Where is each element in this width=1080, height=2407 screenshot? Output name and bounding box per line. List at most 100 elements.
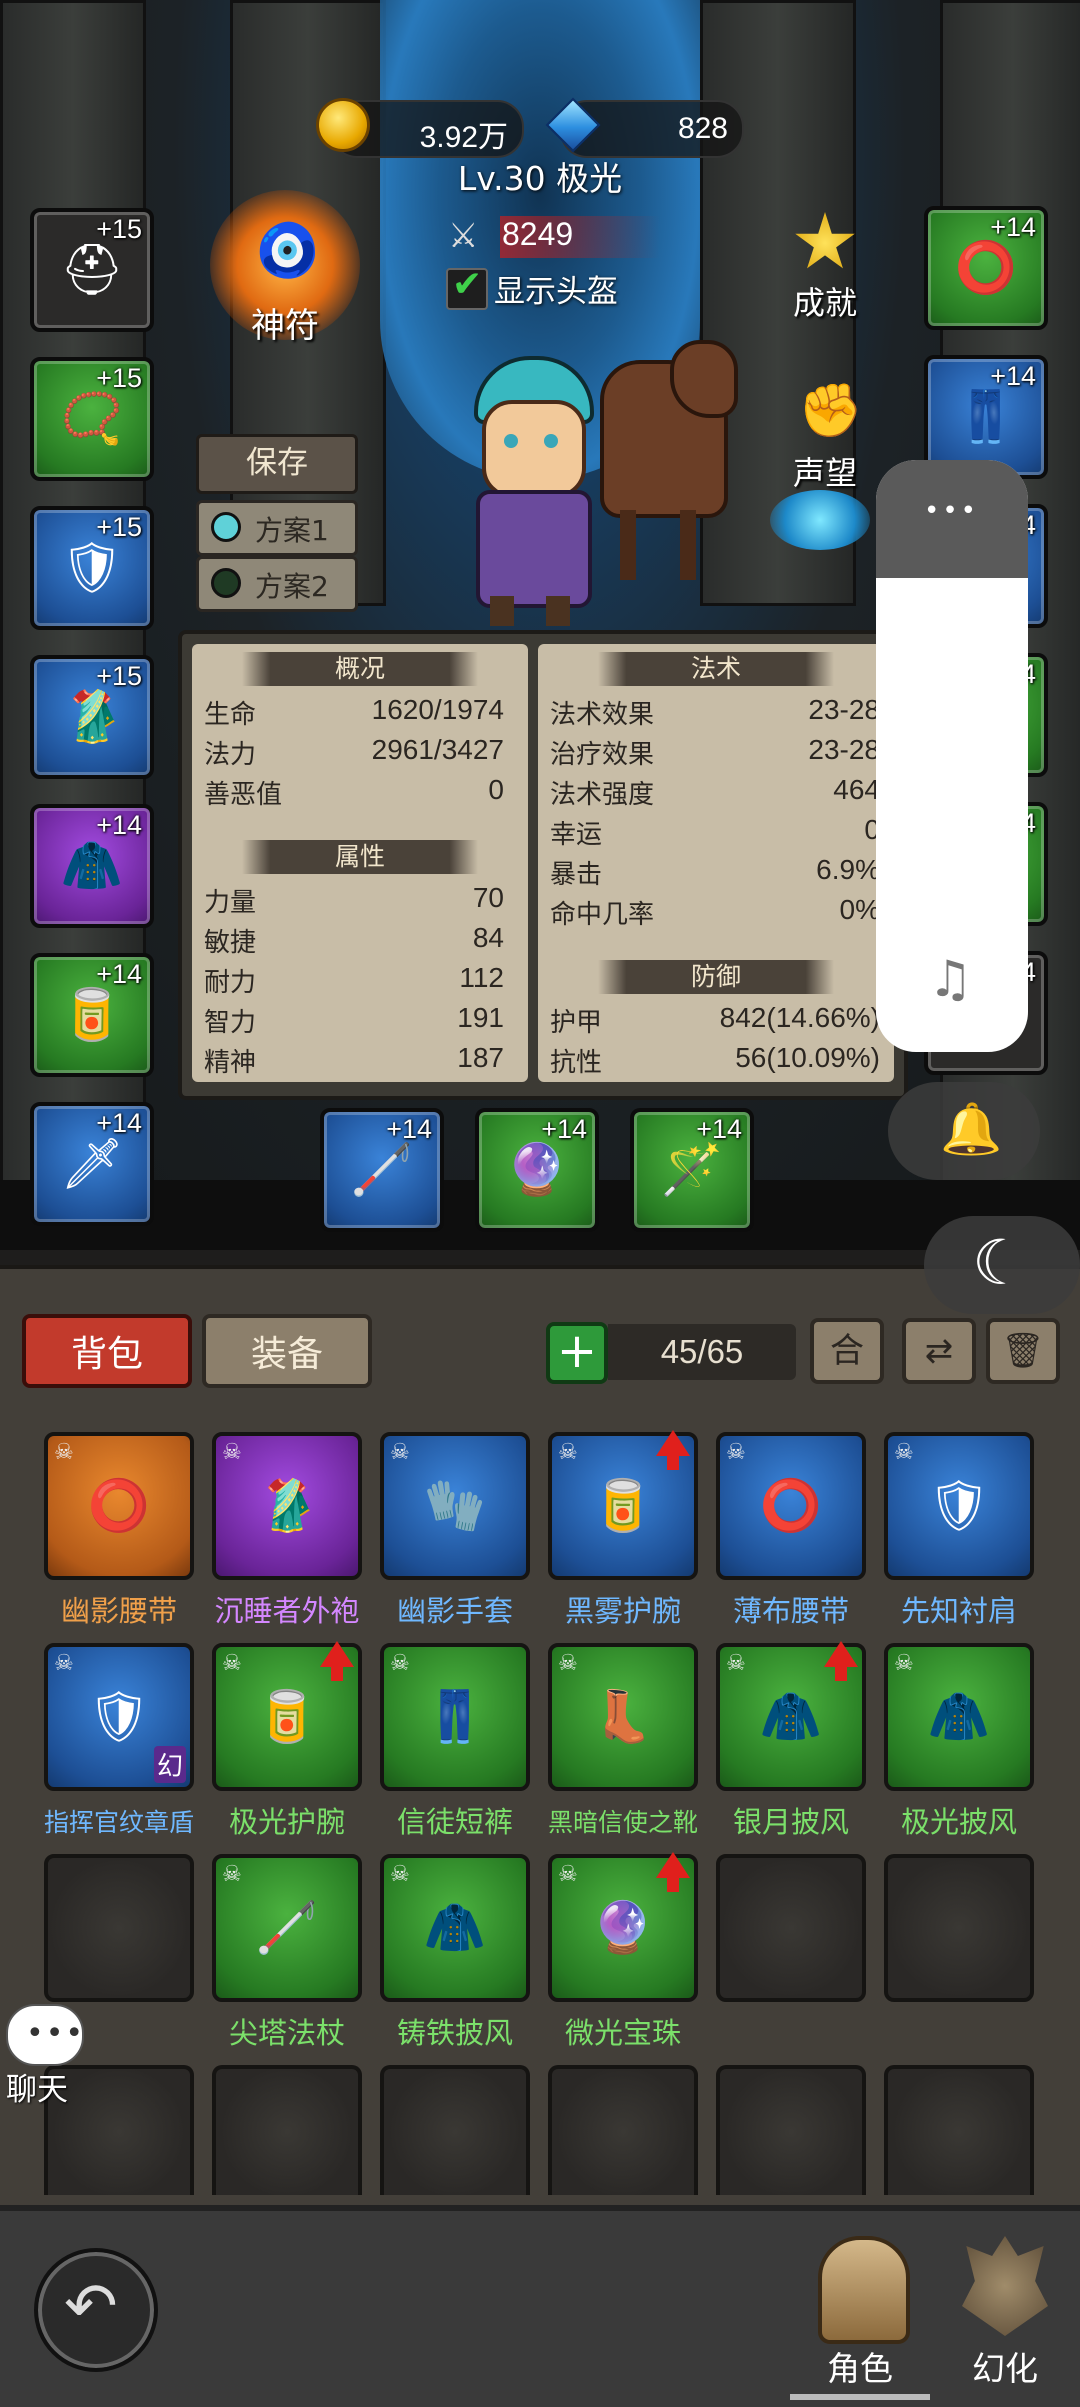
illusion-badge: 幻 <box>153 1746 186 1783</box>
empty-bag-slot[interactable] <box>380 2065 530 2195</box>
more-icon[interactable]: ••• <box>924 496 979 526</box>
stat-value: 2961/3427 <box>371 734 504 765</box>
stat-value: 0 <box>488 774 504 805</box>
bag-item[interactable]: 🛡 ☠ <box>884 1432 1034 1580</box>
skull-icon: ☠ <box>558 1862 578 1887</box>
stat-row: 耐力 112 <box>204 962 504 1002</box>
hero-character[interactable] <box>450 356 610 626</box>
cloak-icon: 🧥 <box>759 1687 823 1746</box>
stat-label: 力量 <box>204 888 257 918</box>
show-helmet-checkbox[interactable]: ✔ <box>446 264 488 310</box>
bag-item-name: 微光宝珠 <box>564 2016 681 2050</box>
helmet-icon: ⛑ <box>60 240 124 299</box>
achievement-button[interactable]: 成就 <box>770 212 880 322</box>
orb-icon: 🔮 <box>591 1898 655 1957</box>
bag-item[interactable]: 🦯 ☠ <box>212 1854 362 2002</box>
blue-flame <box>770 490 870 550</box>
floating-volume-panel[interactable]: ••• ♫ <box>876 460 1028 1052</box>
enhance-level: +15 <box>96 363 142 393</box>
notification-toggle[interactable]: 🔔 <box>888 1082 1040 1180</box>
bag-item[interactable]: ⭕ ☠ <box>716 1432 866 1580</box>
defense-title: 防御 <box>598 960 834 994</box>
bag-item[interactable]: 👖 ☠ <box>380 1643 530 1791</box>
left-equip-slot-2[interactable]: 📿 +15 <box>30 357 154 481</box>
left-equip-slot-4[interactable]: 🥻 +15 <box>30 655 154 779</box>
reputation-button[interactable]: ✊ 声望 <box>770 380 880 492</box>
left-equip-slot-1[interactable]: ⛑ +15 <box>30 208 154 332</box>
stat-row: 敏捷 84 <box>204 922 504 962</box>
empty-bag-slot[interactable] <box>884 1854 1034 2002</box>
save-button[interactable]: 保存 <box>196 434 358 494</box>
empty-bag-slot[interactable] <box>716 2065 866 2195</box>
plan1-label: 方案1 <box>255 514 329 547</box>
empty-bag-slot[interactable] <box>212 2065 362 2195</box>
bracer-icon: 🥫 <box>255 1687 319 1746</box>
stat-row: 善恶值 0 <box>204 774 504 814</box>
bag-item[interactable]: 🧥 ☠ <box>380 1854 530 2002</box>
nav-role[interactable]: 角色 <box>790 2236 930 2401</box>
bag-item-name: 黑雾护腕 <box>564 1594 681 1628</box>
gem-amount: 828 <box>677 112 728 145</box>
bag-item[interactable]: 🥫 ☠ <box>212 1641 362 1791</box>
delete-button[interactable]: 🗑 <box>986 1318 1060 1384</box>
bag-item[interactable]: 🧥 ☠ <box>884 1643 1034 1791</box>
stat-label: 幸运 <box>550 820 603 850</box>
expand-bag-button[interactable]: + <box>546 1322 608 1384</box>
enhance-level: +14 <box>386 1114 432 1144</box>
bag-item-name: 黑暗信使之靴 <box>547 1808 698 1837</box>
skull-icon: ☠ <box>894 1651 914 1676</box>
stat-label: 法术效果 <box>550 700 655 730</box>
left-equip-slot-7[interactable]: 🗡 +14 <box>30 1102 154 1226</box>
empty-bag-slot[interactable] <box>44 1854 194 2002</box>
stat-row: 生命 1620/1974 <box>204 694 504 734</box>
bag-item[interactable]: 🥫 ☠ <box>548 1430 698 1580</box>
stat-row: 精神 187 <box>204 1042 504 1082</box>
bag-item[interactable]: 🥻 ☠ <box>212 1432 362 1580</box>
empty-bag-slot[interactable] <box>716 1854 866 2002</box>
nav-transform[interactable]: 幻化 <box>940 2236 1070 2401</box>
stat-value: 6.9% <box>816 854 880 885</box>
refresh-icon: ⇄ <box>924 1331 954 1371</box>
bag-item[interactable]: 🔮 ☠ <box>548 1852 698 2002</box>
hero-robe <box>476 490 592 608</box>
bottom-equip-slot-3[interactable]: 🪄 +14 <box>630 1108 754 1232</box>
attributes-title: 属性 <box>242 840 478 874</box>
plan1-button[interactable]: 方案1 <box>196 500 358 556</box>
sort-button[interactable]: ⇄ <box>902 1318 976 1384</box>
bag-item[interactable]: 👢 ☠ <box>548 1643 698 1791</box>
stat-row: 抗性 56(10.09%) <box>550 1042 880 1082</box>
left-equip-slot-6[interactable]: 🥫 +14 <box>30 953 154 1077</box>
enhance-level: +14 <box>990 212 1036 242</box>
empty-bag-slot[interactable] <box>548 2065 698 2195</box>
plan2-button[interactable]: 方案2 <box>196 556 358 612</box>
bag-item[interactable]: 🧥 ☠ <box>716 1641 866 1791</box>
empty-bag-slot[interactable] <box>884 2065 1034 2195</box>
bag-item-name: 先知衬肩 <box>900 1594 1017 1628</box>
bottom-equip-slot-1[interactable]: 🦯 +14 <box>320 1108 444 1232</box>
bottom-equip-slot-2[interactable]: 🔮 +14 <box>475 1108 599 1232</box>
skull-icon: ☠ <box>390 1440 410 1465</box>
belt-icon: ⭕ <box>759 1476 823 1535</box>
bag-item[interactable]: 🛡 ☠ 幻 <box>44 1643 194 1791</box>
bag-capacity: 45/65 <box>608 1324 796 1380</box>
left-equip-slot-3[interactable]: 🛡 +15 <box>30 506 154 630</box>
bag-item[interactable]: ⭕ ☠ <box>44 1432 194 1580</box>
tab-bag[interactable]: 背包 <box>22 1314 192 1388</box>
dark-mode-toggle[interactable]: ☾ <box>924 1216 1080 1314</box>
bag-item-name: 薄布腰带 <box>732 1594 849 1628</box>
bag-item-name: 极光护腕 <box>228 1805 345 1839</box>
left-equip-slot-5[interactable]: 🧥 +14 <box>30 804 154 928</box>
enhance-level: +15 <box>96 214 142 244</box>
bag-item[interactable]: 🧤 ☠ <box>380 1432 530 1580</box>
chat-button[interactable]: ••• <box>6 2004 84 2066</box>
hero-power: 8249 <box>502 216 574 252</box>
merge-button[interactable]: 合 <box>810 1318 884 1384</box>
stat-row: 法力 2961/3427 <box>204 734 504 774</box>
stat-row: 命中几率 0% <box>550 894 880 934</box>
stat-label: 治疗效果 <box>550 740 655 770</box>
tab-equipment[interactable]: 装备 <box>202 1314 372 1388</box>
talisman-button[interactable]: 🧿 神符 <box>210 190 360 346</box>
stat-value: 70 <box>472 882 504 913</box>
back-button[interactable]: ↶ <box>34 2248 158 2372</box>
right-equip-slot-1[interactable]: ⭕ +14 <box>924 206 1048 330</box>
